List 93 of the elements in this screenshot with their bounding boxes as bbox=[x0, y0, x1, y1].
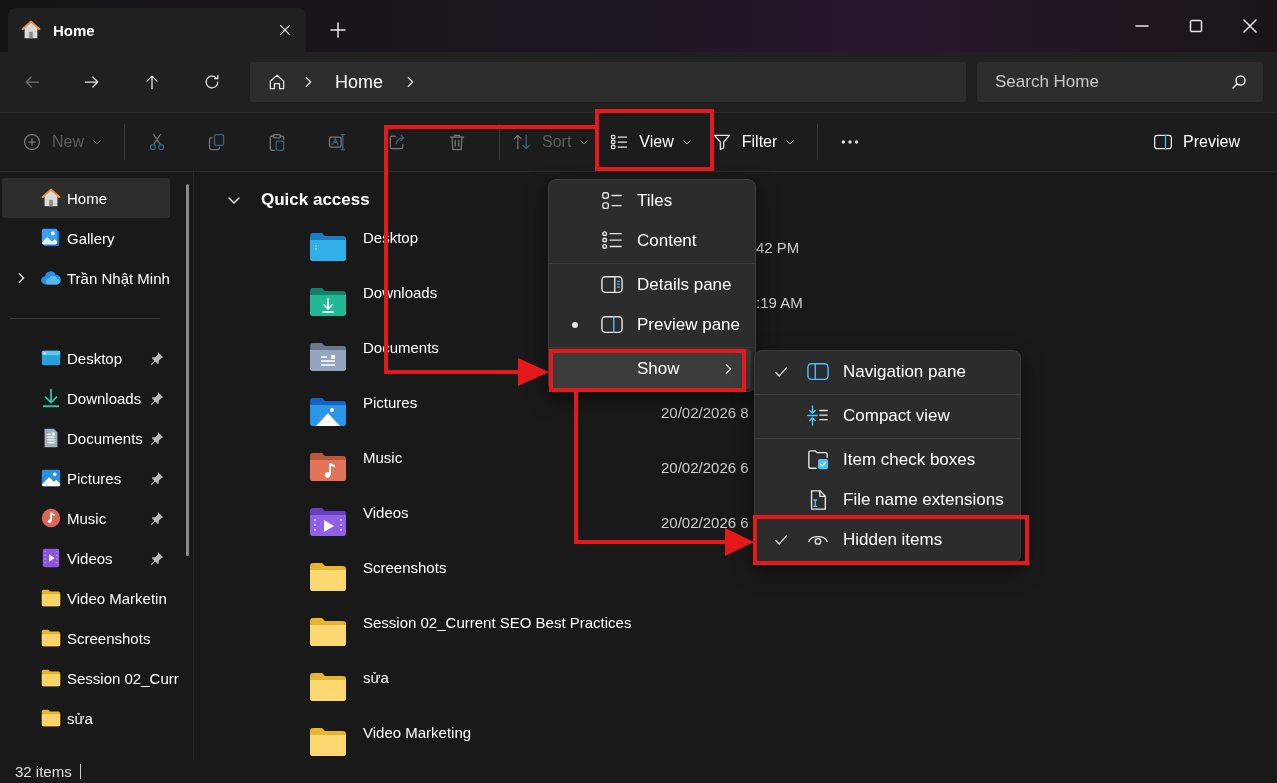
sidebar-item[interactable]: Desktop bbox=[2, 338, 170, 378]
tab[interactable]: Home bbox=[8, 8, 306, 52]
sort-icon bbox=[512, 132, 532, 152]
date-modified: 20/02/2026 6 bbox=[661, 513, 749, 532]
music-folder-icon bbox=[310, 452, 346, 482]
sidebar-item[interactable]: Trần Nhật Minh bbox=[2, 258, 172, 298]
preview-icon bbox=[601, 314, 623, 336]
menu-item[interactable]: Details pane bbox=[553, 265, 751, 305]
menu-item[interactable]: File name extensions bbox=[759, 480, 1016, 520]
close-icon[interactable] bbox=[1242, 18, 1258, 34]
maximize-icon[interactable] bbox=[1188, 18, 1204, 34]
folder-icon bbox=[40, 707, 62, 729]
folder-icon bbox=[310, 562, 346, 592]
caret-icon bbox=[92, 137, 102, 147]
pin-icon[interactable] bbox=[150, 511, 164, 525]
documents-folder-icon bbox=[310, 342, 346, 372]
tiles-icon bbox=[601, 190, 623, 212]
folder-icon bbox=[40, 587, 62, 609]
eye-icon bbox=[807, 534, 829, 546]
downloads-folder-icon bbox=[310, 287, 346, 317]
pin-icon[interactable] bbox=[150, 391, 164, 405]
plus-icon[interactable] bbox=[330, 22, 346, 38]
home-icon bbox=[40, 187, 62, 209]
sidebar-item[interactable]: sửa bbox=[2, 698, 170, 738]
sidebar-item[interactable]: Session 02_Curr bbox=[2, 658, 181, 698]
gallery-icon bbox=[40, 227, 62, 249]
videos-icon bbox=[40, 547, 62, 569]
folder-icon bbox=[40, 667, 62, 689]
file-name[interactable]: Screenshots bbox=[363, 550, 661, 577]
sidebar-item[interactable]: Downloads bbox=[2, 378, 170, 418]
sidebar-item[interactable]: Screenshots bbox=[2, 618, 170, 658]
home-icon[interactable] bbox=[267, 72, 287, 92]
date-modified: 42 PM bbox=[756, 238, 800, 257]
pictures-icon bbox=[40, 467, 62, 489]
date-modified: :19 AM bbox=[756, 293, 803, 312]
caret-icon bbox=[681, 137, 692, 147]
menu-item[interactable]: Navigation pane bbox=[759, 352, 1016, 392]
navigation-icon bbox=[807, 361, 829, 383]
file-name[interactable]: sửa bbox=[363, 660, 661, 687]
pin-icon[interactable] bbox=[150, 431, 164, 445]
date-modified: 20/02/2026 8 bbox=[661, 403, 749, 422]
item-count: 32 items bbox=[15, 764, 81, 779]
search-icon[interactable] bbox=[1231, 74, 1247, 90]
details-icon bbox=[601, 274, 623, 296]
desktop-folder-icon bbox=[310, 232, 346, 262]
compact-icon bbox=[807, 405, 829, 427]
date-modified: 20/02/2026 6 bbox=[661, 458, 749, 477]
videos-folder-icon bbox=[310, 507, 346, 537]
menu-item[interactable]: Compact view bbox=[759, 396, 1016, 436]
section-title[interactable]: Quick access bbox=[261, 190, 370, 210]
pin-icon[interactable] bbox=[150, 471, 164, 485]
filter-button[interactable]: Filter bbox=[701, 124, 806, 160]
list-view-icon bbox=[609, 132, 630, 152]
address-bar[interactable]: Home bbox=[250, 62, 966, 102]
view-button[interactable]: View bbox=[599, 124, 702, 160]
sidebar-item[interactable]: Home bbox=[2, 178, 170, 218]
folder-icon bbox=[310, 672, 346, 702]
folder-icon bbox=[310, 727, 346, 757]
menu-item[interactable]: Content bbox=[553, 221, 751, 261]
checkboxes-icon bbox=[807, 449, 829, 471]
home-icon bbox=[20, 19, 42, 41]
preview-pane-icon bbox=[1153, 132, 1174, 152]
sidebar-item[interactable]: Gallery bbox=[2, 218, 170, 258]
menu-item[interactable]: Tiles bbox=[553, 181, 751, 221]
caret-icon bbox=[785, 137, 796, 147]
plus-circle-icon bbox=[22, 132, 42, 152]
file-name[interactable]: Videos bbox=[363, 495, 661, 522]
scrollbar[interactable] bbox=[186, 184, 189, 556]
file-name[interactable]: Video Marketing bbox=[363, 715, 661, 742]
sidebar-item[interactable]: Video Marketin bbox=[2, 578, 170, 618]
search-field[interactable]: Search Home bbox=[977, 62, 1263, 102]
content-icon bbox=[601, 230, 623, 252]
pin-icon[interactable] bbox=[150, 551, 164, 565]
menu-item[interactable]: Hidden items bbox=[759, 520, 1016, 560]
menu-item[interactable]: Item check boxes bbox=[759, 440, 1016, 480]
sidebar-item[interactable]: Videos bbox=[2, 538, 170, 578]
sidebar-item[interactable]: Pictures bbox=[2, 458, 170, 498]
pictures-folder-icon bbox=[310, 397, 346, 427]
music-icon bbox=[40, 507, 62, 529]
downloads-icon bbox=[40, 387, 62, 409]
file-name[interactable]: Music bbox=[363, 440, 661, 467]
caret-icon bbox=[579, 137, 590, 147]
breadcrumb-item[interactable]: Home bbox=[329, 71, 389, 93]
sidebar-item[interactable]: Documents bbox=[2, 418, 170, 458]
pin-icon[interactable] bbox=[150, 351, 164, 365]
folder-icon bbox=[40, 627, 62, 649]
file-name[interactable]: Session 02_Current SEO Best Practices bbox=[363, 605, 661, 632]
sidebar-item[interactable]: Music bbox=[2, 498, 170, 538]
menu-item[interactable]: Preview pane bbox=[553, 305, 751, 345]
folder-icon bbox=[310, 617, 346, 647]
filter-icon bbox=[711, 132, 732, 152]
close-icon[interactable] bbox=[278, 23, 292, 37]
preview-button[interactable]: Preview bbox=[1143, 124, 1250, 160]
